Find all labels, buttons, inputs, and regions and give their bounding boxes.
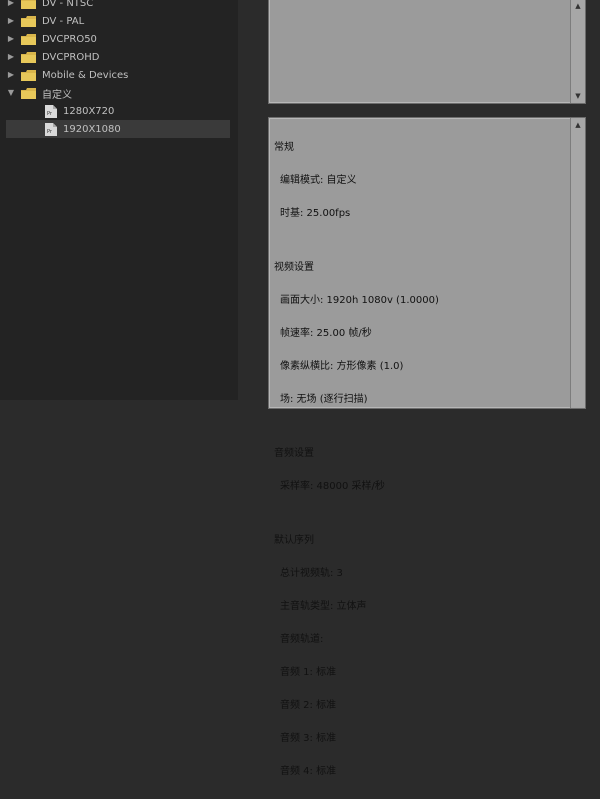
tree-item-label: DV - NTSC — [42, 0, 94, 9]
details-area: ▲ ▼ ▲ 常规 编辑模式: 自定义 时基: 25.00fps 视频设置 画面大… — [238, 0, 600, 777]
expanded-arrow-icon[interactable]: ▼ — [6, 88, 16, 98]
detail-item: 帧速率: 25.00 帧/秒 — [280, 328, 372, 339]
detail-item: 编辑模式: 自定义 — [280, 175, 357, 186]
detail-item: 总计视频轨: 3 — [280, 568, 343, 579]
collapsed-arrow-icon[interactable]: ▶ — [6, 70, 16, 80]
tree-item-label: DV - PAL — [42, 15, 85, 27]
section-title-video: 视频设置 — [274, 262, 314, 273]
tree-item-label: 1920X1080 — [63, 123, 121, 135]
details-scrollbar[interactable]: ▲ — [570, 118, 585, 408]
section-title-general: 常规 — [274, 142, 294, 153]
collapsed-arrow-icon[interactable]: ▶ — [6, 16, 16, 26]
scroll-up-arrow-icon[interactable]: ▲ — [571, 118, 585, 132]
section-title-sequence: 默认序列 — [274, 535, 314, 546]
tree-folder-row[interactable]: ▶ Mobile & Devices — [6, 66, 230, 84]
preset-file-icon: Pr — [45, 122, 57, 136]
tree-item-label: DVCPRO50 — [42, 33, 97, 45]
preset-details-box[interactable]: ▲ 常规 编辑模式: 自定义 时基: 25.00fps 视频设置 画面大小: 1… — [268, 117, 586, 777]
scroll-down-arrow-icon[interactable]: ▼ — [571, 89, 585, 103]
detail-item: 像素纵横比: 方形像素 (1.0) — [280, 361, 404, 372]
detail-item: 主音轨类型: 立体声 — [280, 601, 367, 612]
detail-item: 时基: 25.00fps — [280, 208, 351, 219]
detail-item: 音频 2: 标准 — [280, 700, 337, 711]
preset-tree-panel: ▶ DV - NTSC ▶ DV - PAL ▶ DVCPRO50 ▶ DVCPROHD ▶ Mo… — [0, 0, 239, 400]
tree-folder-row[interactable]: ▶ DV - PAL — [6, 12, 230, 30]
tree-item-label: DVCPROHD — [42, 51, 100, 63]
tree-folder-row[interactable]: ▶ DVCPRO50 — [6, 30, 230, 48]
collapsed-arrow-icon[interactable]: ▶ — [6, 52, 16, 62]
tree-item-label: 1280X720 — [63, 105, 115, 117]
tree-folder-row[interactable]: ▶ DV - NTSC — [6, 0, 230, 12]
scroll-up-arrow-icon[interactable]: ▲ — [571, 0, 585, 13]
folder-icon — [21, 69, 36, 81]
folder-icon — [21, 33, 36, 45]
folder-icon — [21, 87, 36, 99]
folder-icon — [21, 15, 36, 27]
collapsed-arrow-icon[interactable]: ▶ — [6, 0, 16, 8]
detail-item: 采样率: 48000 采样/秒 — [280, 481, 385, 492]
detail-item: 音频 3: 标准 — [280, 733, 337, 744]
tree-item-label: Mobile & Devices — [42, 69, 129, 81]
folder-icon — [21, 0, 36, 9]
tree-folder-row[interactable]: ▼ 自定义 — [6, 84, 230, 102]
detail-item: 画面大小: 1920h 1080v (1.0000) — [280, 295, 439, 306]
collapsed-arrow-icon[interactable]: ▶ — [6, 34, 16, 44]
detail-item: 音频 1: 标准 — [280, 667, 337, 678]
folder-icon — [21, 51, 36, 63]
section-title-audio: 音频设置 — [274, 448, 314, 459]
detail-item: 音频 4: 标准 — [280, 766, 337, 777]
description-box[interactable]: ▲ ▼ — [268, 0, 586, 104]
tree-item-label: 自定义 — [42, 89, 72, 101]
preset-tree: ▶ DV - NTSC ▶ DV - PAL ▶ DVCPRO50 ▶ DVCPROHD ▶ Mo… — [6, 0, 230, 400]
tree-preset-row[interactable]: Pr 1920X1080 — [6, 120, 230, 138]
preset-details-text: 常规 编辑模式: 自定义 时基: 25.00fps 视频设置 画面大小: 192… — [274, 120, 564, 799]
description-scrollbar[interactable]: ▲ ▼ — [570, 0, 585, 103]
tree-preset-row[interactable]: Pr 1280X720 — [6, 102, 230, 120]
detail-item: 音频轨道: — [280, 634, 324, 645]
preset-file-icon: Pr — [45, 104, 57, 118]
tree-folder-row[interactable]: ▶ DVCPROHD — [6, 48, 230, 66]
